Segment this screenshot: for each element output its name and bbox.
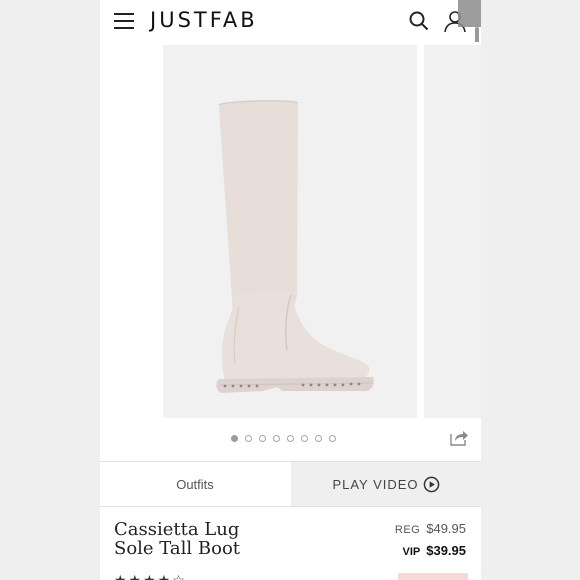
site-header: JUSTFAB (100, 0, 481, 42)
share-icon[interactable] (449, 428, 469, 446)
vip-price-value: $39.95 (426, 543, 466, 558)
play-circle-icon (423, 476, 439, 492)
regular-price: REG $49.95 (395, 521, 466, 536)
gallery-pagination (231, 435, 336, 445)
gallery-dot[interactable] (259, 435, 266, 442)
boot-image (216, 100, 374, 393)
tab-outfits[interactable]: Outfits (100, 462, 290, 506)
gallery-dot[interactable] (315, 435, 322, 442)
reg-label: REG (394, 524, 421, 536)
product-tabs: Outfits PLAY VIDEO (100, 461, 481, 507)
vip-price: VIP $39.95 (403, 543, 467, 558)
gallery-dot[interactable] (231, 435, 238, 442)
gallery-dot[interactable] (301, 435, 308, 442)
mobile-screen: JUSTFAB Outfits PLAY VIDEO Cassietta Lug… (100, 0, 481, 580)
product-name: Cassietta Lug Sole Tall Boot (114, 519, 241, 559)
reg-price-value: $49.95 (426, 521, 466, 536)
tab-play-video[interactable]: PLAY VIDEO (291, 462, 481, 506)
scrollbar-thumb[interactable] (458, 0, 481, 27)
add-to-bag-button[interactable] (398, 573, 468, 580)
next-product-image[interactable] (424, 45, 481, 418)
search-icon[interactable] (409, 11, 429, 31)
tab-play-video-label: PLAY VIDEO (332, 476, 419, 492)
background-left (0, 0, 100, 580)
hamburger-menu-icon[interactable] (114, 12, 136, 30)
site-logo[interactable]: JUSTFAB (150, 8, 258, 32)
gallery-dot[interactable] (329, 435, 336, 442)
gallery-dot[interactable] (273, 435, 280, 442)
background-right (481, 0, 580, 580)
tab-outfits-label: Outfits (176, 476, 214, 492)
gallery-dot[interactable] (287, 435, 294, 442)
product-image[interactable] (163, 45, 417, 418)
vip-label: VIP (402, 546, 421, 558)
product-rating[interactable]: ★★★★☆ (114, 572, 187, 580)
gallery-dot[interactable] (245, 435, 252, 442)
product-gallery[interactable] (100, 42, 481, 420)
